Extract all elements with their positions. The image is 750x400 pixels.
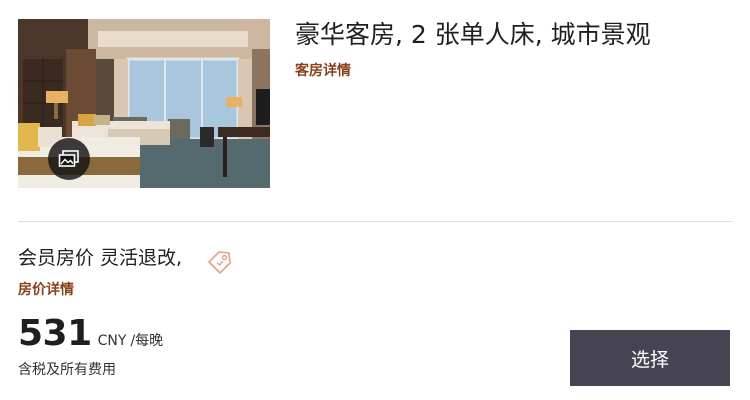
price-amount: 531 xyxy=(18,313,92,354)
price-row: 531 CNY /每晚 xyxy=(18,312,163,356)
price-tag-icon xyxy=(208,251,231,274)
tax-note: 含税及所有费用 xyxy=(18,362,116,378)
select-button[interactable]: 选择 xyxy=(570,330,730,386)
price-unit: /每晚 xyxy=(130,333,164,349)
room-details-link[interactable]: 客房详情 xyxy=(295,61,351,81)
gallery-icon xyxy=(58,150,79,167)
room-photo[interactable] xyxy=(18,19,270,188)
room-title: 豪华客房, 2 张单人床, 城市景观 xyxy=(295,20,651,49)
rate-name: 会员房价 灵活退改, xyxy=(18,247,183,269)
price-currency: CNY xyxy=(97,333,127,349)
rate-details-link[interactable]: 房价详情 xyxy=(18,280,74,300)
divider xyxy=(18,221,732,222)
gallery-button[interactable] xyxy=(48,138,90,180)
